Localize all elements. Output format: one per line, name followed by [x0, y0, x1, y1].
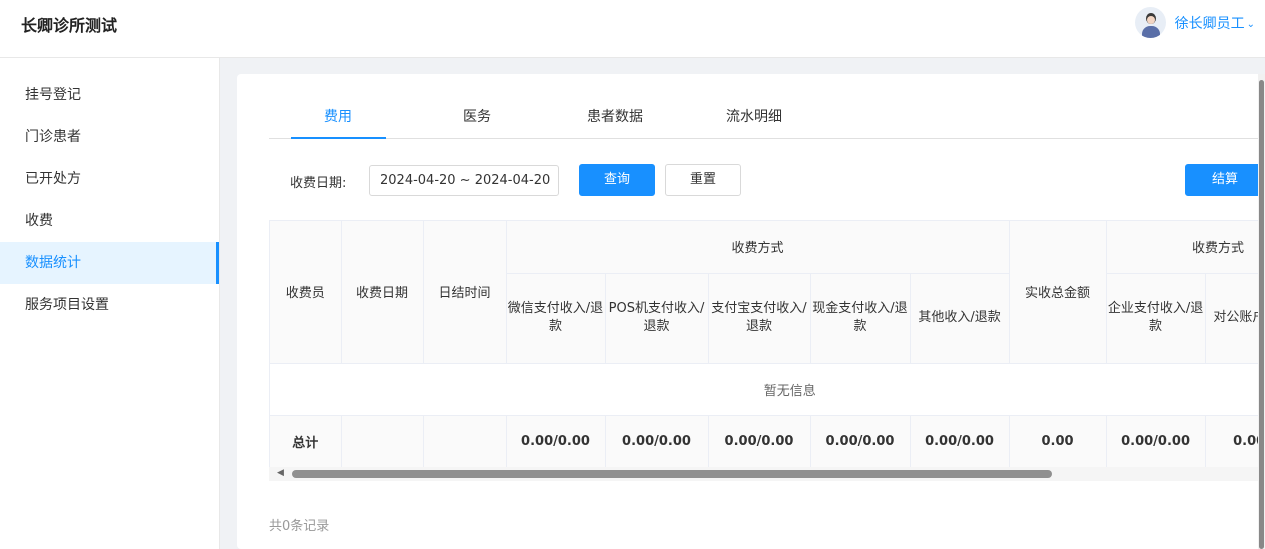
user-menu[interactable]: 徐长卿员工 ⌄ — [1134, 7, 1255, 38]
header-other: 其他收入/退款 — [910, 273, 1010, 364]
total-pos: 0.00/0.00 — [605, 415, 709, 467]
scroll-left-icon[interactable]: ◀ — [277, 468, 284, 478]
total-enterprise: 0.00/0.00 — [1106, 415, 1206, 467]
app-title: 长卿诊所测试 — [21, 16, 118, 35]
top-header: 长卿诊所测试 徐长卿员工 ⌄ — [0, 0, 1265, 58]
record-count: 共0条记录 — [269, 519, 330, 534]
empty-state: 暂无信息 — [270, 363, 1265, 416]
header-payment-method: 收费方式 — [506, 221, 1010, 274]
header-alipay: 支付宝支付收入/退款 — [708, 273, 811, 364]
total-alipay: 0.00/0.00 — [708, 415, 811, 467]
header-public-account: 对公账户收入/退款 — [1205, 273, 1265, 364]
total-cash: 0.00/0.00 — [810, 415, 911, 467]
empty-text: 暂无信息 — [763, 383, 816, 399]
header-cash: 现金支付收入/退款 — [810, 273, 911, 364]
sidebar-item-charges[interactable]: 收费 — [0, 200, 219, 242]
statistics-table: 收费员 收费日期 日结时间 收费方式 实收总金额 收费方式 微信支付收入/退款 … — [269, 220, 1265, 467]
reset-button[interactable]: 重置 — [665, 164, 741, 196]
tab-transaction-details[interactable]: 流水明细 — [726, 106, 782, 126]
settle-button[interactable]: 结算 — [1185, 164, 1265, 196]
sidebar-item-outpatients[interactable]: 门诊患者 — [0, 116, 219, 158]
tab-patient-data[interactable]: 患者数据 — [587, 106, 643, 126]
total-other: 0.00/0.00 — [910, 415, 1010, 467]
main-content: 费用 医务 患者数据 流水明细 收费日期: 2024-04-20 ~ 2024-… — [237, 74, 1265, 549]
header-cashier: 收费员 — [270, 221, 342, 364]
sidebar-item-registration[interactable]: 挂号登记 — [0, 74, 219, 116]
header-total-received: 实收总金额 — [1009, 221, 1107, 364]
total-received: 0.00 — [1009, 415, 1107, 467]
sidebar: 挂号登记 门诊患者 已开处方 收费 数据统计 服务项目设置 — [0, 58, 220, 549]
header-payment-method-2: 收费方式 — [1106, 221, 1265, 274]
date-range-input[interactable]: 2024-04-20 ~ 2024-04-20 — [369, 165, 559, 196]
header-enterprise: 企业支付收入/退款 — [1106, 273, 1206, 364]
sidebar-item-statistics[interactable]: 数据统计 — [0, 242, 219, 284]
header-charge-date: 收费日期 — [341, 221, 424, 364]
date-filter-label: 收费日期: — [290, 176, 347, 191]
chevron-down-icon[interactable]: ⌄ — [1247, 19, 1255, 30]
tab-active-indicator — [291, 137, 386, 139]
avatar[interactable] — [1134, 7, 1166, 38]
vertical-scrollbar-thumb[interactable] — [1259, 80, 1264, 549]
header-settle-time: 日结时间 — [423, 221, 507, 364]
total-wechat: 0.00/0.00 — [506, 415, 606, 467]
horizontal-scrollbar[interactable]: ◀ — [269, 467, 1265, 481]
tab-medical[interactable]: 医务 — [463, 106, 491, 126]
header-pos: POS机支付收入/退款 — [605, 273, 709, 364]
scrollbar-thumb[interactable] — [292, 470, 1052, 478]
vertical-scrollbar[interactable] — [1258, 74, 1265, 549]
query-button[interactable]: 查询 — [579, 164, 655, 196]
total-settle-time — [423, 415, 507, 467]
header-wechat: 微信支付收入/退款 — [506, 273, 606, 364]
total-row: 总计 0.00/0.00 0.00/0.00 0.00/0.00 0.00/0.… — [270, 415, 1265, 467]
sidebar-item-prescriptions[interactable]: 已开处方 — [0, 158, 219, 200]
tab-bar: 费用 医务 患者数据 流水明细 — [269, 98, 1259, 139]
total-label: 总计 — [270, 415, 342, 467]
tab-fees[interactable]: 费用 — [324, 106, 352, 126]
user-name[interactable]: 徐长卿员工 — [1175, 13, 1245, 33]
sidebar-item-service-settings[interactable]: 服务项目设置 — [0, 284, 219, 326]
total-date — [341, 415, 424, 467]
total-public-account: 0.00/0.00 — [1205, 415, 1265, 467]
